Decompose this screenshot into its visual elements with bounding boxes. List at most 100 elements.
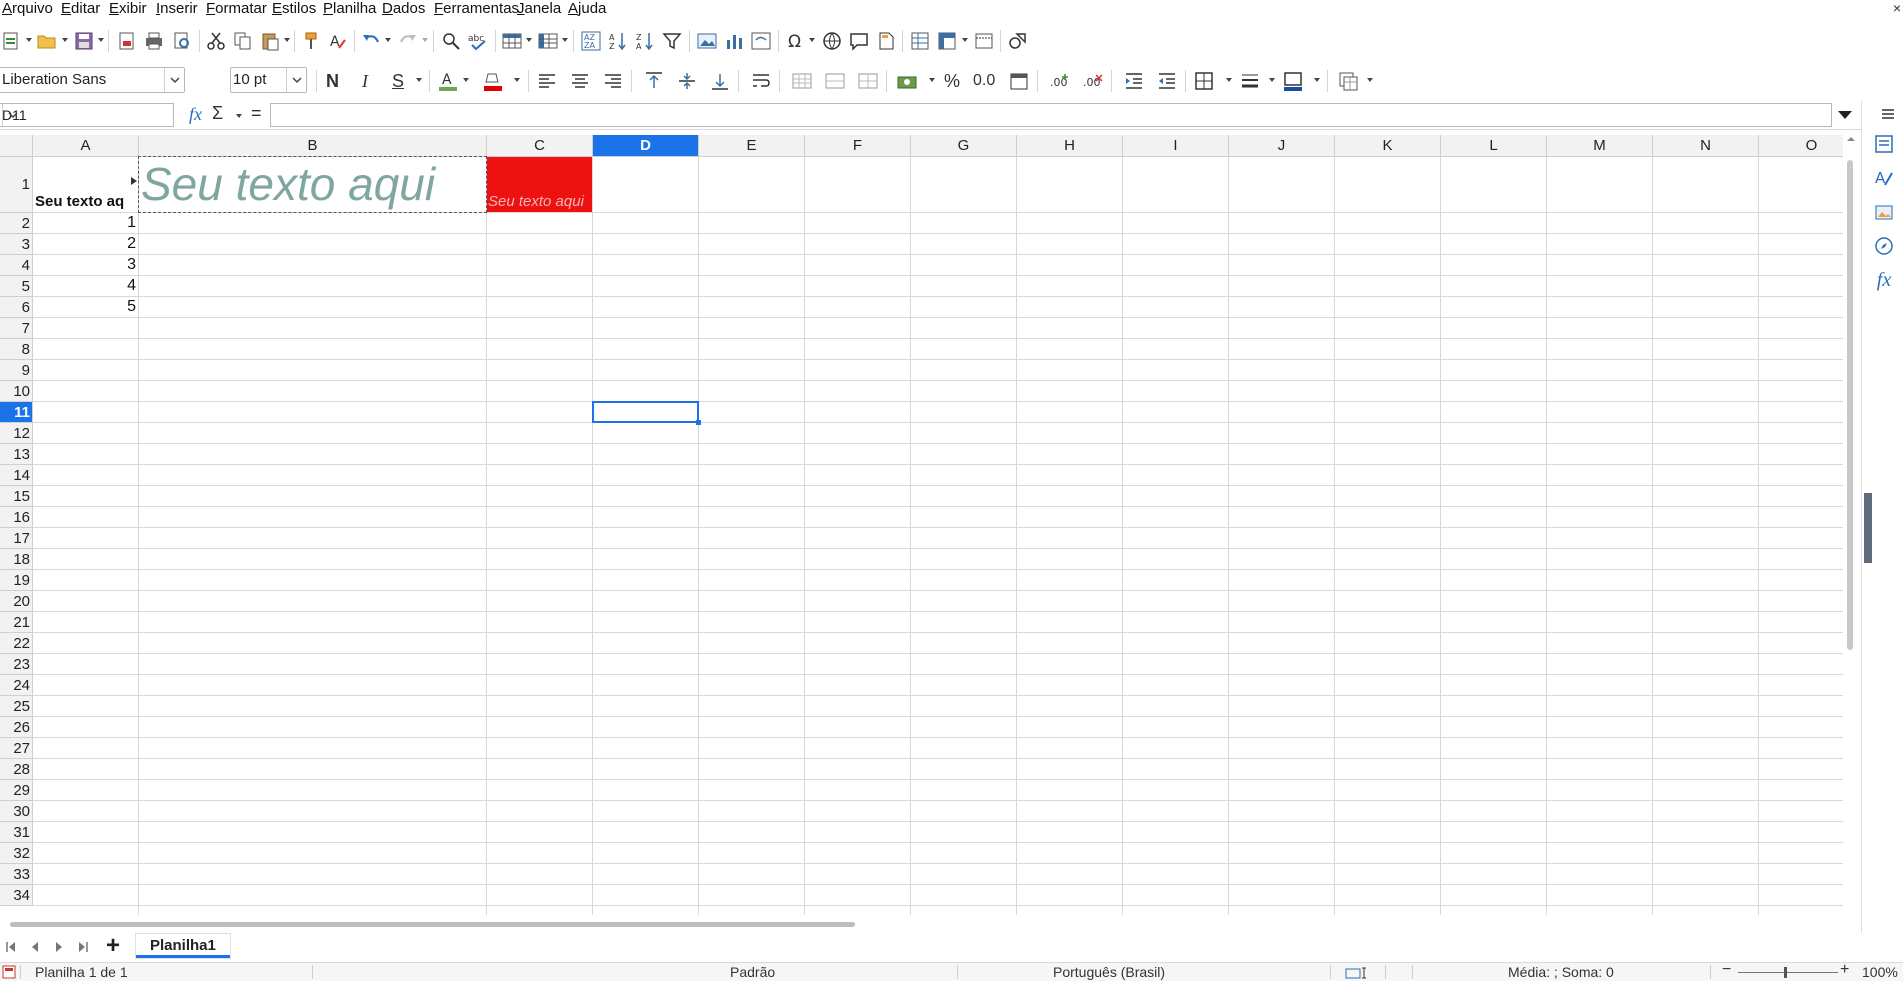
- insert-image-icon[interactable]: [695, 29, 719, 53]
- select-all-corner[interactable]: [0, 135, 33, 157]
- spellcheck-icon[interactable]: abc: [466, 29, 490, 53]
- menu-janela[interactable]: Janela: [517, 0, 561, 18]
- cell-a6[interactable]: 5: [33, 298, 136, 316]
- merge-cells-icon[interactable]: [823, 69, 847, 93]
- row-header-11[interactable]: 11: [0, 402, 33, 423]
- status-page-style[interactable]: Padrão: [730, 964, 775, 980]
- sort-descending-icon[interactable]: ZA: [633, 29, 657, 53]
- chevron-down-icon[interactable]: [384, 36, 392, 44]
- row-header-3[interactable]: 3: [0, 234, 33, 255]
- freeze-rows-columns-icon[interactable]: [935, 29, 959, 53]
- row-header-21[interactable]: 21: [0, 612, 33, 633]
- date-format-icon[interactable]: [1007, 69, 1031, 93]
- row-header-1[interactable]: 1: [0, 157, 33, 213]
- zoom-level[interactable]: 100%: [1862, 964, 1898, 980]
- column-header-l[interactable]: L: [1441, 135, 1547, 157]
- border-style-icon[interactable]: [1238, 69, 1262, 93]
- row-header-10[interactable]: 10: [0, 381, 33, 402]
- chevron-down-icon[interactable]: [928, 76, 936, 84]
- row-header-25[interactable]: 25: [0, 696, 33, 717]
- borders-icon[interactable]: [1192, 69, 1216, 93]
- column-header-k[interactable]: K: [1335, 135, 1441, 157]
- chevron-down-icon[interactable]: [462, 76, 470, 84]
- row-header-7[interactable]: 7: [0, 318, 33, 339]
- print-icon[interactable]: [142, 29, 166, 53]
- sort-icon[interactable]: AZ ZA: [579, 29, 603, 53]
- chevron-down-icon[interactable]: [808, 36, 816, 44]
- row-header-16[interactable]: 16: [0, 507, 33, 528]
- wrap-text-icon[interactable]: [749, 69, 773, 93]
- currency-format-icon[interactable]: [895, 69, 919, 93]
- paste-icon[interactable]: [258, 29, 282, 53]
- next-sheet-icon[interactable]: [52, 940, 66, 954]
- chevron-down-icon[interactable]: [1268, 76, 1276, 84]
- row-header-14[interactable]: 14: [0, 465, 33, 486]
- cell-a3[interactable]: 2: [33, 235, 136, 253]
- row-header-18[interactable]: 18: [0, 549, 33, 570]
- column-header-m[interactable]: M: [1547, 135, 1653, 157]
- cell-a4[interactable]: 3: [33, 256, 136, 274]
- italic-button[interactable]: I: [362, 70, 368, 92]
- chevron-down-icon[interactable]: [561, 36, 569, 44]
- increase-indent-icon[interactable]: [1122, 69, 1146, 93]
- row-header-26[interactable]: 26: [0, 717, 33, 738]
- menu-inserir[interactable]: Inserir: [156, 0, 198, 18]
- gallery-icon[interactable]: [1872, 200, 1896, 224]
- cut-icon[interactable]: [204, 29, 228, 53]
- row-header-6[interactable]: 6: [0, 297, 33, 318]
- row-header-34[interactable]: 34: [0, 885, 33, 906]
- chevron-down-icon[interactable]: [415, 76, 423, 84]
- row-header-2[interactable]: 2: [0, 213, 33, 234]
- row-header-22[interactable]: 22: [0, 633, 33, 654]
- formula-input[interactable]: [270, 103, 1832, 127]
- zoom-slider-thumb[interactable]: [1784, 967, 1787, 978]
- number-format-button[interactable]: 0.0: [973, 70, 995, 92]
- document-modified-icon[interactable]: [2, 965, 16, 979]
- menu-arquivo[interactable]: Arquivo: [2, 0, 53, 18]
- menu-estilos[interactable]: Estilos: [272, 0, 316, 18]
- sidebar-menu-icon[interactable]: [1876, 102, 1900, 126]
- row-header-4[interactable]: 4: [0, 255, 33, 276]
- column-header-j[interactable]: J: [1229, 135, 1335, 157]
- split-window-icon[interactable]: [972, 29, 996, 53]
- chevron-down-icon[interactable]: [25, 36, 33, 44]
- align-left-icon[interactable]: [535, 69, 559, 93]
- zoom-in-button[interactable]: +: [1840, 961, 1849, 979]
- close-document-icon[interactable]: ×: [1893, 0, 1901, 16]
- active-cell-cursor[interactable]: [592, 401, 699, 423]
- font-name-combo[interactable]: Liberation Sans: [0, 67, 185, 93]
- row-header-28[interactable]: 28: [0, 759, 33, 780]
- comment-icon[interactable]: [847, 29, 871, 53]
- chevron-down-icon[interactable]: [286, 68, 306, 92]
- expand-formula-bar-icon[interactable]: [1836, 108, 1854, 122]
- row-header-27[interactable]: 27: [0, 738, 33, 759]
- cell-a2[interactable]: 1: [33, 214, 136, 232]
- zoom-slider[interactable]: [1738, 972, 1838, 973]
- row-header-32[interactable]: 32: [0, 843, 33, 864]
- insert-chart-icon[interactable]: [722, 29, 746, 53]
- chevron-down-icon[interactable]: [2, 104, 22, 126]
- row-header-30[interactable]: 30: [0, 801, 33, 822]
- row-header-12[interactable]: 12: [0, 423, 33, 444]
- cell-c1[interactable]: Seu texto aqui: [488, 193, 584, 210]
- menu-exibir[interactable]: Exibir: [109, 0, 147, 18]
- save-icon[interactable]: [72, 29, 96, 53]
- column-header-c[interactable]: C: [487, 135, 593, 157]
- bold-button[interactable]: N: [326, 70, 339, 92]
- sidebar-collapse-handle[interactable]: [1864, 493, 1872, 563]
- font-color-icon[interactable]: A: [436, 69, 460, 93]
- chevron-down-icon[interactable]: [164, 68, 184, 92]
- align-middle-icon[interactable]: [675, 69, 699, 93]
- row-header-19[interactable]: 19: [0, 570, 33, 591]
- column-header-o[interactable]: O: [1759, 135, 1843, 157]
- chevron-down-icon[interactable]: [421, 36, 429, 44]
- chevron-down-icon[interactable]: [283, 36, 291, 44]
- menu-planilha[interactable]: Planilha: [323, 0, 376, 18]
- column-header-i[interactable]: I: [1123, 135, 1229, 157]
- row-header-24[interactable]: 24: [0, 675, 33, 696]
- sum-icon[interactable]: Σ: [212, 103, 223, 124]
- sort-ascending-icon[interactable]: AZ: [606, 29, 630, 53]
- align-right-icon[interactable]: [601, 69, 625, 93]
- cell-a1[interactable]: Seu texto aq: [35, 193, 137, 210]
- chevron-down-icon[interactable]: [513, 76, 521, 84]
